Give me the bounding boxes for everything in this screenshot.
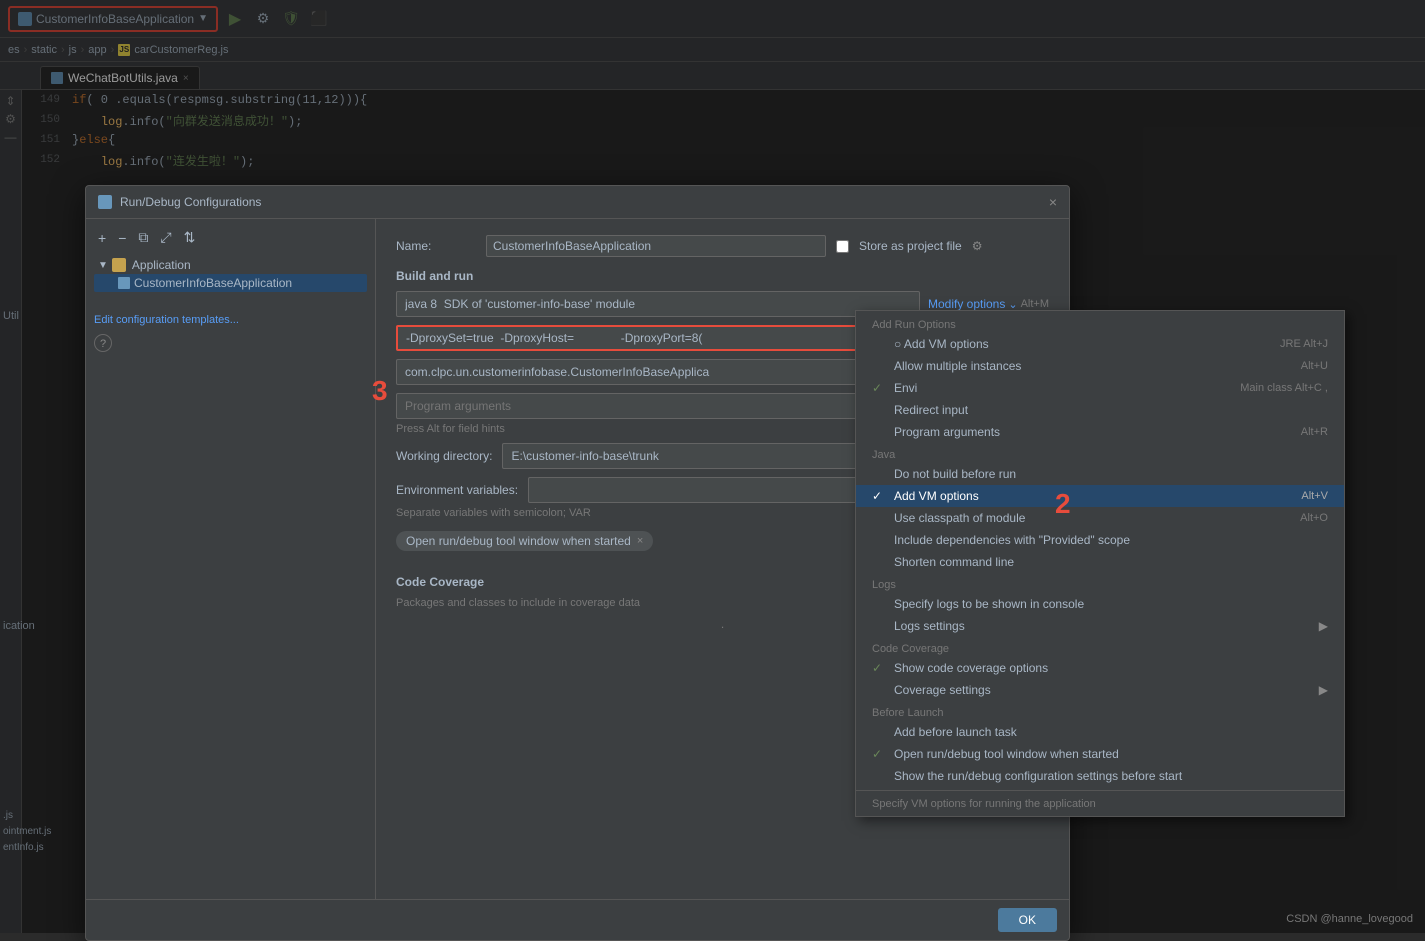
help-icon-container[interactable]: ? <box>94 334 367 352</box>
dialog-footer: OK <box>86 899 1069 940</box>
sidebar-move-btn[interactable]: ⤢ <box>156 227 175 248</box>
open-run-debug-tag[interactable]: Open run/debug tool window when started … <box>396 531 653 551</box>
menu-item-logs-settings[interactable]: Logs settings ▶ <box>856 615 1344 637</box>
dialog-title-text: Run/Debug Configurations <box>120 195 1041 209</box>
sidebar-tree-application[interactable]: ▼ Application <box>94 256 367 274</box>
logs-settings-arrow: ▶ <box>1319 619 1328 633</box>
annotation-3: 3 <box>372 375 388 407</box>
edit-templates-link[interactable]: Edit configuration templates... <box>94 292 367 326</box>
tree-expand-icon: ▼ <box>98 260 108 271</box>
customer-app-label: CustomerInfoBaseApplication <box>134 276 292 290</box>
sidebar-tree-customer-app[interactable]: CustomerInfoBaseApplication <box>94 274 367 292</box>
menu-item-use-classpath[interactable]: Use classpath of module Alt+O <box>856 507 1344 529</box>
menu-item-shorten-cmd[interactable]: Shorten command line <box>856 551 1344 573</box>
menu-item-show-coverage[interactable]: ✓ Show code coverage options <box>856 657 1344 679</box>
menu-item-allow-multiple[interactable]: Allow multiple instances Alt+U <box>856 355 1344 377</box>
coverage-settings-arrow: ▶ <box>1319 683 1328 697</box>
sidebar-sort-btn[interactable]: ⇅ <box>180 227 200 248</box>
java-sdk-input[interactable] <box>396 291 920 317</box>
sidebar-remove-btn[interactable]: − <box>114 228 130 248</box>
gear-settings-icon[interactable]: ⚙ <box>972 239 983 253</box>
menu-item-do-not-build[interactable]: Do not build before run <box>856 463 1344 485</box>
working-dir-label: Working directory: <box>396 449 492 463</box>
menu-section-java: Java <box>856 443 1344 463</box>
menu-item-show-settings-before-start[interactable]: Show the run/debug configuration setting… <box>856 765 1344 787</box>
name-label: Name: <box>396 239 476 253</box>
menu-footer-text: Specify VM options for running the appli… <box>856 794 1344 814</box>
watermark: CSDN @hanne_lovegood <box>1286 913 1413 925</box>
application-label: Application <box>132 258 191 272</box>
dialog-title-icon <box>98 195 112 209</box>
sidebar-toolbar: + − ⧉ ⤢ ⇅ <box>94 227 367 248</box>
menu-item-add-vm-options-jre[interactable]: ○ Add VM options JRE Alt+J <box>856 333 1344 355</box>
folder-icon <box>112 258 126 272</box>
name-row: Name: Store as project file ⚙ <box>396 235 1049 257</box>
ok-button[interactable]: OK <box>998 908 1057 932</box>
dialog-titlebar: Run/Debug Configurations × <box>86 186 1069 219</box>
store-project-checkbox[interactable] <box>836 240 849 253</box>
help-icon[interactable]: ? <box>94 334 112 352</box>
sidebar-add-btn[interactable]: + <box>94 228 110 248</box>
menu-item-environment[interactable]: ✓ Envi Main class Alt+C , <box>856 377 1344 399</box>
open-run-close-btn[interactable]: × <box>637 535 643 547</box>
env-vars-label: Environment variables: <box>396 483 518 497</box>
open-run-label: Open run/debug tool window when started <box>406 534 631 548</box>
menu-item-add-before-launch[interactable]: Add before launch task <box>856 721 1344 743</box>
modify-options-btn[interactable]: Modify options ⌄ Alt+M <box>928 297 1049 311</box>
name-input[interactable] <box>486 235 826 257</box>
menu-item-program-args[interactable]: Program arguments Alt+R <box>856 421 1344 443</box>
dialog-close-button[interactable]: × <box>1049 194 1057 210</box>
menu-item-coverage-settings[interactable]: Coverage settings ▶ <box>856 679 1344 701</box>
app-config-icon <box>118 277 130 289</box>
menu-separator <box>856 790 1344 791</box>
menu-section-add-run-options: Add Run Options <box>856 313 1344 333</box>
menu-item-include-deps[interactable]: Include dependencies with "Provided" sco… <box>856 529 1344 551</box>
dialog-sidebar: + − ⧉ ⤢ ⇅ ▼ Application CustomerInfoBase… <box>86 219 376 899</box>
menu-section-before-launch: Before Launch <box>856 701 1344 721</box>
build-run-title: Build and run <box>396 269 1049 283</box>
menu-item-redirect-input[interactable]: Redirect input <box>856 399 1344 421</box>
menu-item-specify-logs[interactable]: Specify logs to be shown in console <box>856 593 1344 615</box>
store-project-label: Store as project file <box>859 239 962 253</box>
annotation-2: 2 <box>1055 488 1071 520</box>
menu-section-code-coverage: Code Coverage <box>856 637 1344 657</box>
menu-item-open-run-debug-window[interactable]: ✓ Open run/debug tool window when starte… <box>856 743 1344 765</box>
sidebar-copy-btn[interactable]: ⧉ <box>134 227 152 248</box>
dropdown-menu: Add Run Options ○ Add VM options JRE Alt… <box>855 310 1345 817</box>
menu-item-add-vm-options-highlighted[interactable]: ✓ Add VM options Alt+V <box>856 485 1344 507</box>
menu-section-logs: Logs <box>856 573 1344 593</box>
